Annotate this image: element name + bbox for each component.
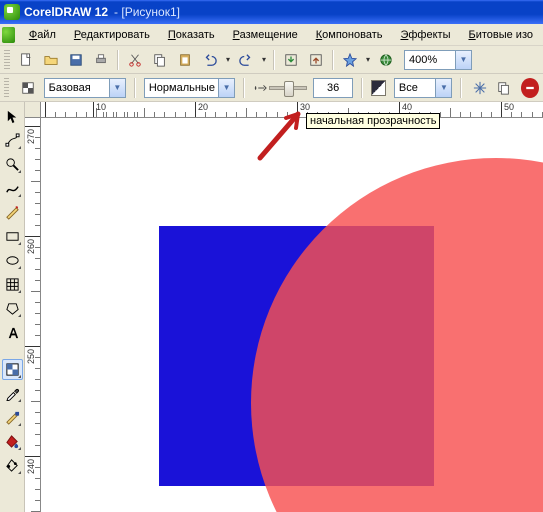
save-button[interactable] xyxy=(65,49,87,71)
ruler-origin[interactable] xyxy=(25,102,41,118)
menu-битовые изо[interactable]: Битовые изо xyxy=(460,27,541,43)
separator xyxy=(273,50,275,70)
menu-редактировать[interactable]: Редактировать xyxy=(66,27,158,43)
slider-thumb[interactable] xyxy=(284,81,294,97)
new-button[interactable] xyxy=(15,49,37,71)
chevron-down-icon[interactable]: ▼ xyxy=(455,51,471,69)
style-value: Базовая xyxy=(49,82,91,94)
separator xyxy=(134,78,136,98)
corel-online-button[interactable] xyxy=(375,49,397,71)
app-title: CorelDRAW 12 xyxy=(24,5,108,19)
transparency-operation-combo[interactable]: Нормальные ▼ xyxy=(144,78,235,98)
ruler-tick: 260 xyxy=(25,236,40,237)
copy-transparency-button[interactable] xyxy=(495,78,513,98)
ruler-vertical[interactable]: 270260250240230 xyxy=(25,118,41,512)
title-bar: CorelDRAW 12 - [Рисунок1] xyxy=(0,0,543,24)
start-transparency-input[interactable] xyxy=(313,78,353,98)
zoom-tool[interactable] xyxy=(2,154,23,175)
menu-компоновать[interactable]: Компоновать xyxy=(308,27,391,43)
target-value: Все xyxy=(399,82,418,94)
transparency-type-button[interactable] xyxy=(17,77,37,99)
ruler-tick: 250 xyxy=(25,346,40,347)
app-icon xyxy=(4,4,20,20)
menu-эффекты[interactable]: Эффекты xyxy=(392,27,458,43)
graph-paper-tool[interactable] xyxy=(2,274,23,295)
separator xyxy=(460,78,462,98)
start-transparency-slider[interactable] xyxy=(253,81,307,95)
app-launcher-dropdown[interactable]: ▾ xyxy=(364,55,372,64)
eyedropper-tool[interactable] xyxy=(2,383,23,404)
menu-показать[interactable]: Показать xyxy=(160,27,223,43)
apply-target-combo[interactable]: Все ▼ xyxy=(394,78,453,98)
undo-button[interactable] xyxy=(199,49,221,71)
smart-draw-tool[interactable] xyxy=(2,202,23,223)
cut-button[interactable] xyxy=(124,49,146,71)
interactive-transparency-tool[interactable] xyxy=(2,359,23,380)
slider-start-icon xyxy=(253,81,267,95)
separator xyxy=(117,50,119,70)
red-ellipse-object[interactable] xyxy=(251,158,543,512)
redo-button[interactable] xyxy=(235,49,257,71)
menu-файл[interactable]: Файл xyxy=(21,27,64,43)
open-button[interactable] xyxy=(40,49,62,71)
paste-button[interactable] xyxy=(174,49,196,71)
menu-размещение[interactable]: Размещение xyxy=(225,27,306,43)
zoom-combo[interactable]: 400% ▼ xyxy=(404,50,472,70)
standard-toolbar: ▾ ▾ ▾ 400% ▼ xyxy=(0,46,543,74)
export-button[interactable] xyxy=(305,49,327,71)
print-button[interactable] xyxy=(90,49,112,71)
chevron-down-icon[interactable]: ▼ xyxy=(435,79,451,97)
doc-control-icon[interactable] xyxy=(2,27,15,43)
shape-tool[interactable] xyxy=(2,130,23,151)
separator xyxy=(243,78,245,98)
rectangle-tool[interactable] xyxy=(2,226,23,247)
undo-dropdown[interactable]: ▾ xyxy=(224,55,232,64)
property-bar: Базовая ▼ Нормальные ▼ Все ▼ xyxy=(0,74,543,102)
clear-transparency-button[interactable] xyxy=(521,78,539,98)
interactive-fill-tool[interactable] xyxy=(2,455,23,476)
slider-track[interactable] xyxy=(269,86,307,90)
fill-tool[interactable] xyxy=(2,431,23,452)
freehand-tool[interactable] xyxy=(2,178,23,199)
apply-target-icon xyxy=(371,80,386,96)
freeze-button[interactable] xyxy=(470,78,488,98)
transparency-style-combo[interactable]: Базовая ▼ xyxy=(44,78,126,98)
separator xyxy=(361,78,363,98)
copy-button[interactable] xyxy=(149,49,171,71)
polygon-tool[interactable] xyxy=(2,298,23,319)
app-launcher-button[interactable] xyxy=(339,49,361,71)
tooltip: начальная прозрачность xyxy=(306,113,440,129)
canvas[interactable] xyxy=(41,118,543,512)
ruler-tick xyxy=(45,102,48,117)
propbar-grip[interactable] xyxy=(4,78,9,98)
menu-bar: ФайлРедактироватьПоказатьРазмещениеКомпо… xyxy=(0,24,543,46)
zoom-value: 400% xyxy=(409,54,437,66)
ruler-tick: 270 xyxy=(25,126,40,127)
chevron-down-icon[interactable]: ▼ xyxy=(218,79,234,97)
redo-dropdown[interactable]: ▾ xyxy=(260,55,268,64)
ruler-horizontal[interactable]: 1020304050 xyxy=(25,102,543,118)
toolbox xyxy=(0,102,25,512)
outline-tool[interactable] xyxy=(2,407,23,428)
chevron-down-icon[interactable]: ▼ xyxy=(109,79,125,97)
import-button[interactable] xyxy=(280,49,302,71)
separator xyxy=(332,50,334,70)
pick-tool[interactable] xyxy=(2,106,23,127)
doc-title: - [Рисунок1] xyxy=(114,5,180,19)
tooltip-text: начальная прозрачность xyxy=(310,115,436,127)
toolbar-grip[interactable] xyxy=(4,50,10,70)
operation-value: Нормальные xyxy=(149,82,215,94)
ellipse-tool[interactable] xyxy=(2,250,23,271)
ruler-tick: 240 xyxy=(25,456,40,457)
text-tool[interactable] xyxy=(2,322,23,343)
